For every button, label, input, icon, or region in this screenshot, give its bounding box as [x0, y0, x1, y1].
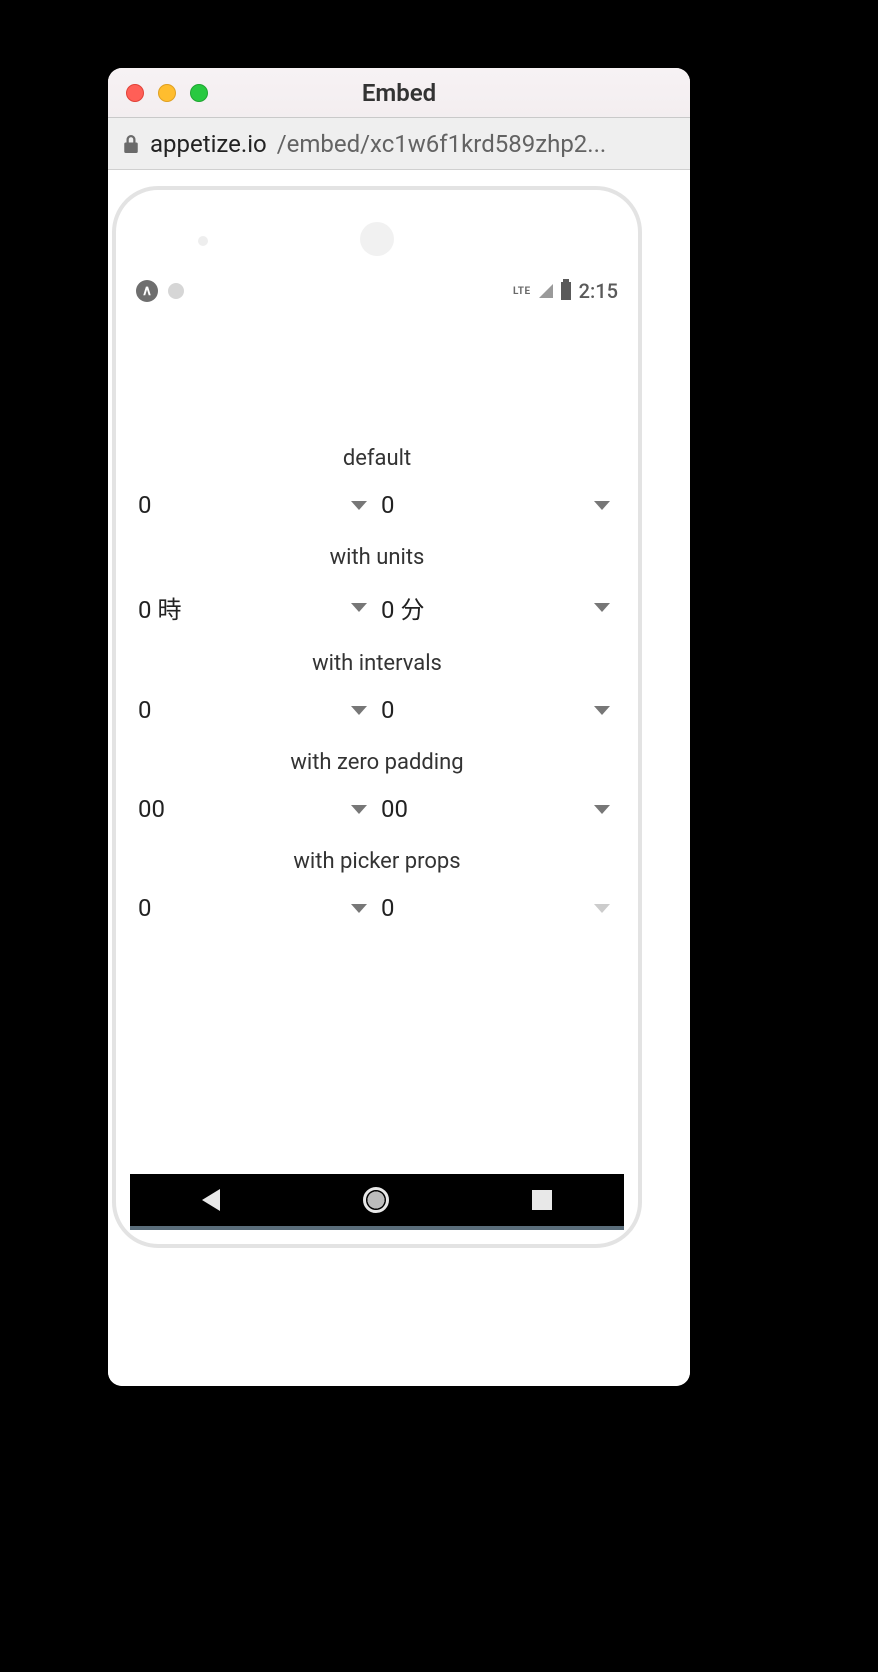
picker-hours[interactable]: 0 — [134, 888, 377, 928]
android-statusbar: ∧ LTE 2:15 — [130, 276, 624, 306]
chevron-down-icon — [351, 904, 367, 913]
address-bar[interactable]: appetize.io/embed/xc1w6f1krd589zhp2... — [108, 118, 690, 170]
chevron-down-icon — [594, 603, 610, 612]
picker-row-units: 0 時 0 分 — [130, 584, 624, 631]
battery-icon — [561, 282, 571, 300]
fullscreen-window-button[interactable] — [190, 84, 208, 102]
device-screen: ∧ LTE 2:15 default 0 — [130, 276, 624, 1230]
picker-value: 00 — [136, 795, 165, 823]
network-lte-label: LTE — [513, 286, 531, 297]
section-label: with intervals — [130, 651, 624, 676]
lock-icon — [122, 133, 140, 155]
chevron-down-icon — [351, 501, 367, 510]
device-sensor — [198, 236, 208, 246]
chevron-down-icon — [351, 603, 367, 612]
nav-recent-button[interactable] — [532, 1190, 552, 1210]
picker-row-intervals: 0 0 — [130, 690, 624, 730]
device-speaker — [360, 222, 394, 256]
status-left: ∧ — [136, 280, 184, 302]
status-notification-dot — [168, 283, 184, 299]
traffic-lights — [108, 84, 208, 102]
section-label: with picker props — [130, 849, 624, 874]
picker-value: 0 — [136, 894, 152, 922]
chevron-down-icon — [594, 501, 610, 510]
chevron-down-icon — [351, 805, 367, 814]
nav-home-button[interactable] — [363, 1187, 389, 1213]
picker-value: 0 — [379, 491, 395, 519]
titlebar: Embed — [108, 68, 690, 118]
page-content: ∧ LTE 2:15 default 0 — [108, 170, 690, 1386]
picker-hours[interactable]: 00 — [134, 789, 377, 829]
picker-value: 0 — [379, 894, 395, 922]
status-right: LTE 2:15 — [513, 279, 618, 303]
chevron-down-icon — [594, 706, 610, 715]
picker-value: 0 — [379, 696, 395, 724]
section-label: default — [130, 446, 624, 471]
picker-value: 0 — [136, 491, 152, 519]
picker-hours[interactable]: 0 — [134, 485, 377, 525]
picker-minutes[interactable]: 00 — [377, 789, 620, 829]
section-label: with units — [130, 545, 624, 570]
picker-minutes[interactable]: 0 — [377, 690, 620, 730]
device-frame: ∧ LTE 2:15 default 0 — [112, 186, 642, 1248]
picker-value: 0 時 — [136, 590, 181, 625]
android-navbar — [130, 1174, 624, 1230]
picker-value: 0 — [136, 696, 152, 724]
picker-row-padding: 00 00 — [130, 789, 624, 829]
picker-minutes[interactable]: 0 — [377, 485, 620, 525]
signal-icon — [539, 284, 553, 298]
app-body: default 0 0 with units — [130, 306, 624, 1174]
chevron-down-icon — [594, 904, 610, 913]
picker-row-props: 0 0 — [130, 888, 624, 928]
section-label: with zero padding — [130, 750, 624, 775]
minimize-window-button[interactable] — [158, 84, 176, 102]
picker-minutes[interactable]: 0 分 — [377, 584, 620, 631]
nav-back-button[interactable] — [202, 1189, 220, 1211]
browser-window: Embed appetize.io/embed/xc1w6f1krd589zhp… — [108, 68, 690, 1386]
picker-value: 00 — [379, 795, 408, 823]
close-window-button[interactable] — [126, 84, 144, 102]
chevron-down-icon — [351, 706, 367, 715]
picker-hours[interactable]: 0 時 — [134, 584, 377, 631]
picker-hours[interactable]: 0 — [134, 690, 377, 730]
expo-icon: ∧ — [136, 280, 158, 302]
picker-minutes[interactable]: 0 — [377, 888, 620, 928]
url-domain: appetize.io — [150, 130, 267, 158]
picker-value: 0 分 — [379, 590, 424, 625]
clock: 2:15 — [579, 279, 618, 303]
url-path: /embed/xc1w6f1krd589zhp2... — [277, 130, 607, 158]
picker-row-default: 0 0 — [130, 485, 624, 525]
chevron-down-icon — [594, 805, 610, 814]
